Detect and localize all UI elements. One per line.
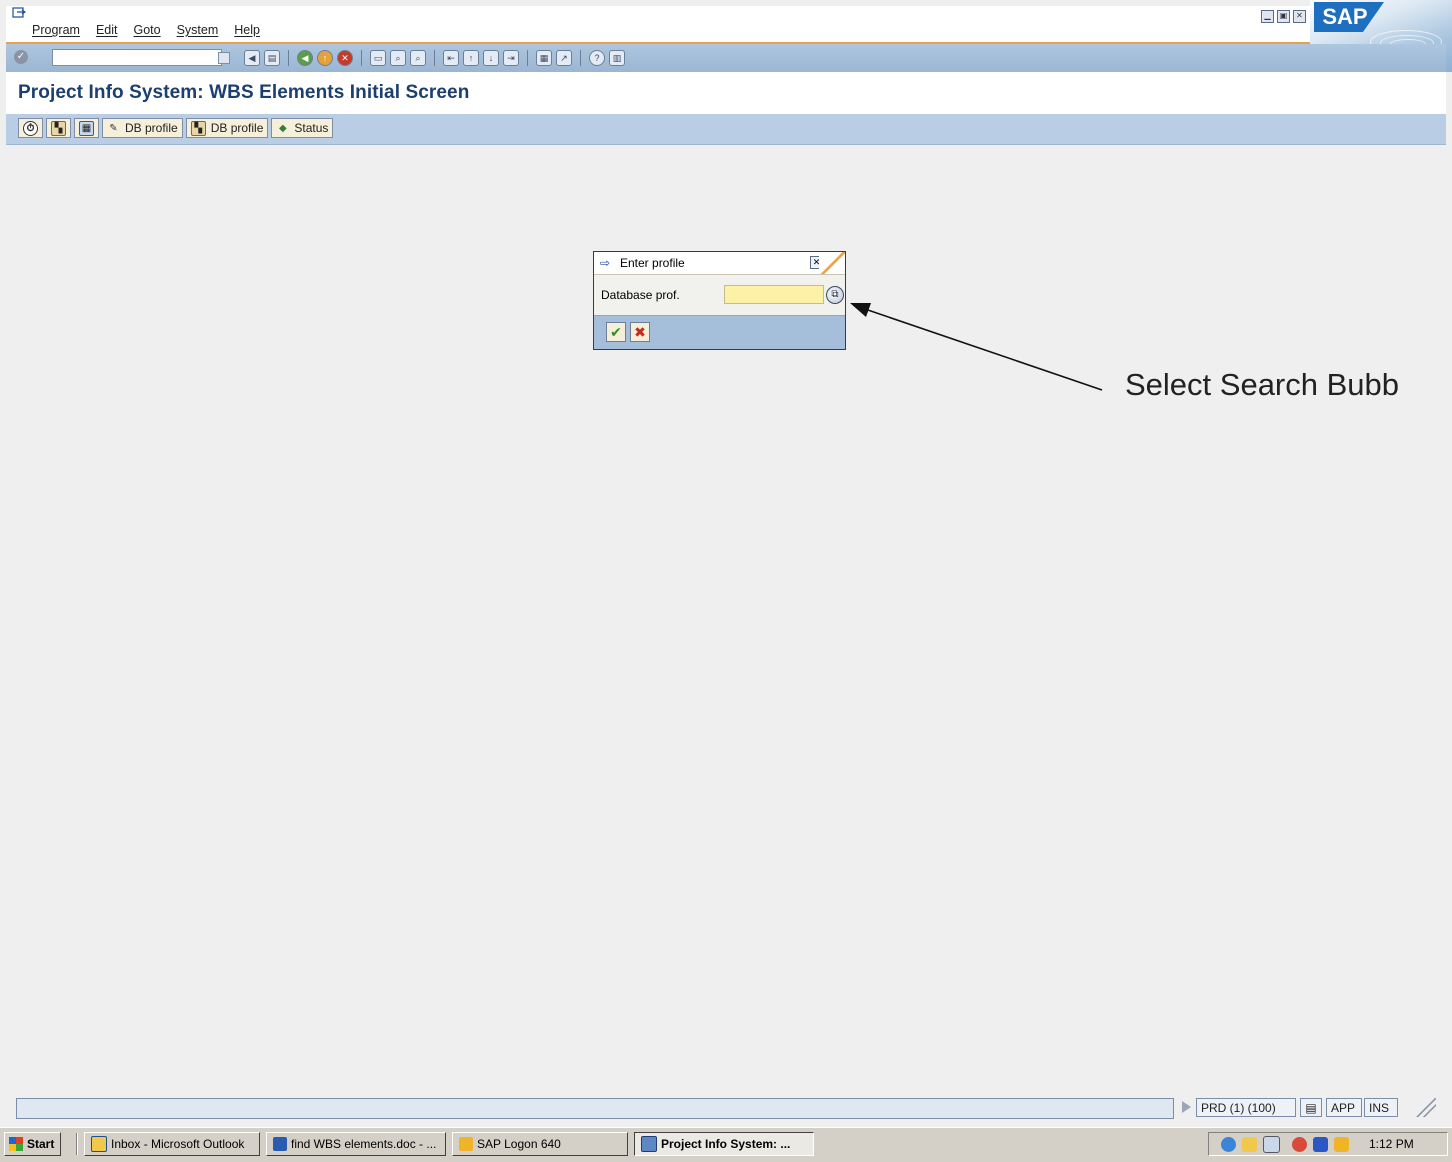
- task-project-info-system[interactable]: Project Info System: ...: [634, 1132, 814, 1156]
- ie-icon[interactable]: [1221, 1136, 1236, 1152]
- menu-help[interactable]: Help: [234, 23, 260, 37]
- toolbar-separator: [361, 50, 362, 66]
- task-outlook[interactable]: Inbox - Microsoft Outlook: [84, 1132, 260, 1156]
- exit-icon[interactable]: ↑: [317, 50, 333, 66]
- status-icon: ◆: [279, 122, 287, 134]
- sap-tray-icon[interactable]: [1334, 1136, 1349, 1152]
- find-next-icon[interactable]: ⌕: [410, 50, 426, 66]
- db-profile-edit-button[interactable]: ✎ DB profile: [102, 118, 183, 138]
- calendar-tray-icon[interactable]: [1263, 1135, 1280, 1153]
- print-icon[interactable]: ▭: [370, 50, 386, 66]
- db-profile-edit-label: DB profile: [125, 121, 178, 135]
- dialog-footer: ✔ ✖: [594, 315, 845, 349]
- database-profile-label: Database prof.: [601, 288, 680, 302]
- outlook-icon: [91, 1136, 107, 1152]
- new-session-icon[interactable]: ▦: [536, 50, 552, 66]
- help-icon[interactable]: ?: [589, 50, 605, 66]
- toolbar-separator: [580, 50, 581, 66]
- first-page-icon[interactable]: ⇤: [443, 50, 459, 66]
- new-selection-icon: ▚: [51, 120, 66, 136]
- sap-logon-icon: [459, 1137, 473, 1151]
- insert-mode[interactable]: INS: [1364, 1098, 1398, 1117]
- annotation-text: Select Search Bubb: [1125, 367, 1400, 402]
- checkmark-icon[interactable]: ✔: [606, 322, 626, 342]
- shortcut-icon[interactable]: ↗: [556, 50, 572, 66]
- status-bar: PRD (1) (100) ▤ APP INS: [16, 1096, 1436, 1120]
- network-tray-icon[interactable]: [1292, 1136, 1307, 1152]
- task-project-info-system-label: Project Info System: ...: [661, 1137, 791, 1151]
- database-profile-input[interactable]: [724, 285, 824, 304]
- back-icon[interactable]: ◀: [244, 50, 260, 66]
- task-word-doc[interactable]: find WBS elements.doc - ...: [266, 1132, 446, 1156]
- resize-grip[interactable]: [1410, 1098, 1436, 1117]
- system-info[interactable]: PRD (1) (100): [1196, 1098, 1296, 1117]
- dialog-system-icon: ⇨: [600, 256, 611, 270]
- standard-toolbar: ✓ ◀ ▤ ◀ ↑ ✕ ▭ ⌕ ⌕ ⇤ ↑ ↓ ⇥ ▦ ↗ ? ▥: [6, 44, 1446, 73]
- windows-flag-icon: [9, 1137, 23, 1151]
- pencil-icon: ✎: [109, 122, 118, 134]
- application-toolbar: ⏱ ▚ ▦ ✎ DB profile ▚ DB profile ◆ Status: [6, 114, 1446, 145]
- menu-edit[interactable]: Edit: [96, 23, 118, 37]
- start-button[interactable]: Start: [4, 1132, 62, 1156]
- execute-button[interactable]: ⏱: [18, 118, 43, 138]
- annotation-arrow: [850, 303, 1103, 391]
- new-selection-button[interactable]: ▚: [46, 118, 71, 138]
- task-sap-logon[interactable]: SAP Logon 640: [452, 1132, 628, 1156]
- layout-icon[interactable]: ▥: [609, 50, 625, 66]
- cancel-icon[interactable]: ✕: [337, 50, 353, 66]
- db-profile-label: DB profile: [210, 121, 264, 135]
- windows-taskbar: Start Inbox - Microsoft Outlook find WBS…: [0, 1127, 1452, 1162]
- close-icon[interactable]: ✕: [1293, 10, 1306, 23]
- dialog-title-accent: [819, 252, 845, 274]
- menu-goto[interactable]: Goto: [133, 23, 160, 37]
- command-history-icon[interactable]: [218, 52, 230, 64]
- system-tray: 1:12 PM: [1208, 1132, 1448, 1156]
- overview-button[interactable]: ▦: [74, 118, 99, 138]
- prev-page-icon[interactable]: ↑: [463, 50, 479, 66]
- save-icon[interactable]: ▤: [264, 50, 280, 66]
- outlook-tray-icon[interactable]: [1242, 1136, 1257, 1152]
- taskbar-separator: [76, 1133, 78, 1155]
- maximize-icon[interactable]: ▣: [1277, 10, 1290, 23]
- menu-bar: Program Edit Goto System Help ▁ ▣ ✕: [6, 6, 1446, 44]
- menu-program[interactable]: Program: [32, 23, 80, 37]
- toolbar-separator: [434, 50, 435, 66]
- overview-icon: ▦: [79, 120, 94, 136]
- status-message: [16, 1098, 1174, 1119]
- execute-icon: ⏱: [23, 120, 38, 136]
- toolbar-separator: [527, 50, 528, 66]
- system-menu-icon[interactable]: [12, 7, 26, 19]
- dialog-title: Enter profile: [620, 256, 685, 270]
- db-profile-button[interactable]: ▚ DB profile: [185, 118, 269, 138]
- last-page-icon[interactable]: ⇥: [503, 50, 519, 66]
- task-sap-logon-label: SAP Logon 640: [477, 1137, 561, 1151]
- toolbar-separator: [288, 50, 289, 66]
- word-icon: [273, 1137, 287, 1151]
- profile-icon: ▚: [190, 120, 206, 136]
- clock: 1:12 PM: [1369, 1137, 1414, 1151]
- command-field[interactable]: [52, 49, 222, 66]
- sap-logo-text: SAP: [1314, 2, 1384, 32]
- minimize-icon[interactable]: ▁: [1261, 10, 1274, 23]
- page-title: Project Info System: WBS Elements Initia…: [18, 82, 470, 103]
- back-nav-icon[interactable]: ◀: [297, 50, 313, 66]
- enter-profile-dialog: ⇨ Enter profile ✕ Database prof. ⧉ ✔ ✖: [593, 251, 846, 350]
- title-bar: Project Info System: WBS Elements Initia…: [6, 72, 1446, 114]
- status-expand-icon[interactable]: [1182, 1101, 1191, 1113]
- menu-system[interactable]: System: [177, 23, 219, 37]
- find-icon[interactable]: ⌕: [390, 50, 406, 66]
- status-list-icon[interactable]: ▤: [1300, 1098, 1322, 1117]
- server-info[interactable]: APP: [1326, 1098, 1362, 1117]
- enter-icon[interactable]: ✓: [14, 50, 28, 64]
- antivirus-tray-icon[interactable]: [1313, 1136, 1328, 1152]
- next-page-icon[interactable]: ↓: [483, 50, 499, 66]
- status-label: Status: [294, 121, 329, 135]
- task-word-doc-label: find WBS elements.doc - ...: [291, 1137, 437, 1151]
- cancel-x-icon[interactable]: ✖: [630, 322, 650, 342]
- status-button[interactable]: ◆ Status: [271, 118, 334, 138]
- start-label: Start: [27, 1137, 55, 1151]
- dialog-title-bar: ⇨ Enter profile ✕: [594, 252, 845, 275]
- task-outlook-label: Inbox - Microsoft Outlook: [111, 1137, 245, 1151]
- sap-window-icon: [641, 1136, 657, 1152]
